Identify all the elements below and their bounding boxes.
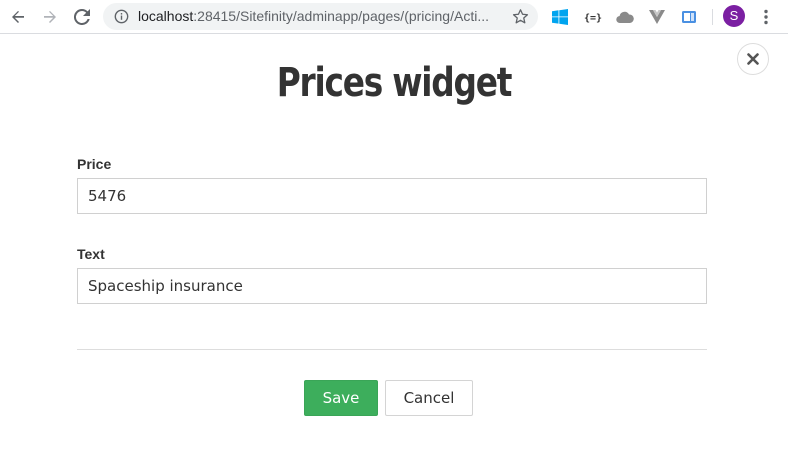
- forward-button[interactable]: [40, 7, 60, 27]
- cancel-button[interactable]: Cancel: [385, 380, 473, 416]
- windows-extension[interactable]: [551, 8, 569, 26]
- profile-avatar[interactable]: S: [723, 5, 745, 27]
- toolbar-separator: [712, 9, 713, 25]
- text-label: Text: [77, 246, 105, 262]
- windows-icon: [552, 9, 568, 25]
- reload-button[interactable]: [72, 7, 92, 27]
- devtools-icon: [682, 11, 696, 23]
- vue-extension[interactable]: [648, 8, 666, 26]
- url-text: localhost:28415/Sitefinity/adminapp/page…: [138, 8, 489, 24]
- text-input[interactable]: [77, 268, 707, 304]
- page-title: Prices widget: [276, 60, 513, 106]
- devtools-extension[interactable]: [680, 8, 698, 26]
- svg-text:{=}: {=}: [584, 13, 602, 24]
- close-button[interactable]: [737, 43, 769, 75]
- cloud-extension[interactable]: [616, 8, 634, 26]
- arrow-left-icon: [12, 11, 24, 23]
- address-bar[interactable]: localhost:28415/Sitefinity/adminapp/page…: [103, 3, 538, 30]
- json-extension[interactable]: {=}: [584, 8, 602, 26]
- star-icon[interactable]: [512, 8, 529, 25]
- arrow-right-icon: [44, 11, 56, 23]
- json-braces-icon: {=}: [584, 13, 602, 24]
- form-divider: [77, 349, 707, 350]
- browser-toolbar: localhost:28415/Sitefinity/adminapp/page…: [0, 0, 788, 34]
- save-button[interactable]: Save: [304, 380, 378, 416]
- reload-icon: [74, 9, 90, 25]
- vue-icon: [649, 10, 665, 24]
- price-label: Price: [77, 156, 112, 172]
- price-input[interactable]: [77, 178, 707, 214]
- cloud-icon: [616, 11, 634, 24]
- close-icon: [747, 53, 759, 65]
- back-button[interactable]: [8, 7, 28, 27]
- vertical-dots-icon[interactable]: [760, 8, 772, 26]
- info-icon[interactable]: [114, 9, 129, 24]
